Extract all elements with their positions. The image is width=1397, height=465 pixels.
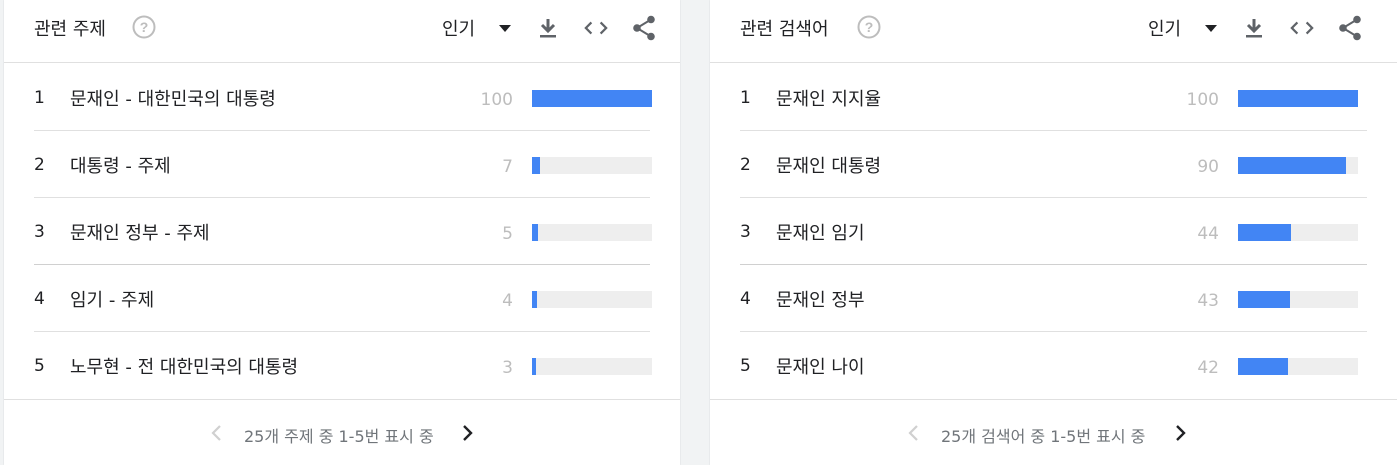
row-value: 7 — [502, 157, 513, 177]
row-value: 90 — [1197, 157, 1219, 177]
chevron-right-icon[interactable] — [1172, 424, 1188, 442]
row-rank: 4 — [740, 289, 751, 309]
row-rank: 2 — [34, 155, 45, 175]
row-bar — [1238, 358, 1358, 375]
list-item[interactable]: 5 노무현 - 전 대한민국의 대통령 3 — [4, 332, 680, 399]
dropdown-caret-icon[interactable] — [1204, 20, 1218, 34]
row-bar-fill — [1238, 157, 1346, 174]
row-value: 100 — [480, 90, 513, 110]
pagination: 25개 주제 중 1-5번 표시 중 — [4, 399, 680, 465]
list-item[interactable]: 5 문재인 나이 42 — [710, 332, 1397, 399]
row-label[interactable]: 문재인 대통령 — [776, 152, 881, 178]
card-title: 관련 주제 — [34, 19, 106, 40]
row-bar-fill — [532, 291, 537, 308]
download-icon[interactable] — [1242, 14, 1266, 42]
row-bar — [532, 157, 652, 174]
row-bar — [1238, 224, 1358, 241]
pagination-text: 25개 검색어 중 1-5번 표시 중 — [941, 427, 1146, 446]
row-bar-fill — [1238, 90, 1358, 107]
row-value: 43 — [1197, 291, 1219, 311]
chevron-right-icon[interactable] — [459, 424, 475, 442]
list-item[interactable]: 2 문재인 대통령 90 — [710, 131, 1397, 198]
row-rank: 1 — [34, 88, 45, 108]
card-header: 관련 검색어 ? 인기 — [710, 0, 1397, 63]
list-item[interactable]: 3 문재인 정부 - 주제 5 — [4, 198, 680, 265]
chevron-left-icon[interactable] — [209, 424, 225, 442]
row-value: 5 — [502, 224, 513, 244]
help-icon[interactable]: ? — [857, 15, 881, 39]
row-value: 4 — [502, 291, 513, 311]
sort-select[interactable]: 인기 — [442, 15, 475, 41]
row-rank: 5 — [740, 356, 751, 376]
row-label[interactable]: 문재인 나이 — [776, 353, 865, 379]
row-value: 42 — [1197, 358, 1219, 378]
svg-text:?: ? — [865, 19, 874, 35]
pagination: 25개 검색어 중 1-5번 표시 중 — [710, 399, 1397, 465]
row-bar-fill — [1238, 358, 1289, 375]
row-label[interactable]: 문재인 임기 — [776, 219, 865, 245]
row-label[interactable]: 문재인 정부 — [776, 286, 865, 312]
row-bar — [1238, 157, 1358, 174]
row-rank: 2 — [740, 155, 751, 175]
dropdown-caret-icon[interactable] — [498, 20, 512, 34]
row-value: 100 — [1186, 90, 1219, 110]
row-value: 3 — [502, 358, 513, 378]
related-topics-card: 관련 주제 ? 인기 1 문재인 - 대한민국의 대통령 100 2 대통령 - 주제… — [4, 0, 680, 465]
row-bar-fill — [532, 90, 652, 107]
row-label[interactable]: 문재인 - 대한민국의 대통령 — [70, 85, 276, 111]
svg-text:?: ? — [140, 19, 149, 35]
list-item[interactable]: 4 임기 - 주제 4 — [4, 265, 680, 332]
list-item[interactable]: 2 대통령 - 주제 7 — [4, 131, 680, 198]
row-rank: 5 — [34, 356, 45, 376]
row-bar — [532, 90, 652, 107]
row-label[interactable]: 문재인 정부 - 주제 — [70, 219, 210, 245]
row-label[interactable]: 문재인 지지율 — [776, 85, 881, 111]
card-header: 관련 주제 ? 인기 — [4, 0, 680, 63]
row-bar — [532, 224, 652, 241]
row-label[interactable]: 대통령 - 주제 — [70, 152, 171, 178]
row-rank: 1 — [740, 88, 751, 108]
row-bar — [1238, 90, 1358, 107]
download-icon[interactable] — [536, 14, 560, 42]
pagination-text: 25개 주제 중 1-5번 표시 중 — [244, 427, 434, 446]
embed-code-icon[interactable] — [1290, 14, 1314, 42]
card-title: 관련 검색어 — [740, 19, 829, 40]
row-bar — [532, 358, 652, 375]
embed-code-icon[interactable] — [584, 14, 608, 42]
sort-select[interactable]: 인기 — [1148, 15, 1181, 41]
row-bar — [532, 291, 652, 308]
row-bar-fill — [532, 157, 541, 174]
row-rank: 3 — [34, 222, 45, 242]
row-bar — [1238, 291, 1358, 308]
share-icon[interactable] — [632, 14, 656, 42]
row-label[interactable]: 노무현 - 전 대한민국의 대통령 — [70, 353, 298, 379]
list-item[interactable]: 1 문재인 지지율 100 — [710, 64, 1397, 131]
row-bar-fill — [1238, 291, 1290, 308]
row-rank: 3 — [740, 222, 751, 242]
row-value: 44 — [1197, 224, 1219, 244]
share-icon[interactable] — [1338, 14, 1362, 42]
list-item[interactable]: 4 문재인 정부 43 — [710, 265, 1397, 332]
row-bar-fill — [532, 224, 538, 241]
help-icon[interactable]: ? — [132, 15, 156, 39]
row-label[interactable]: 임기 - 주제 — [70, 286, 154, 312]
chevron-left-icon[interactable] — [906, 424, 922, 442]
related-queries-card: 관련 검색어 ? 인기 1 문재인 지지율 100 2 문재인 대통령 90 3 문재인 … — [710, 0, 1397, 465]
list-item[interactable]: 3 문재인 임기 44 — [710, 198, 1397, 265]
row-bar-fill — [532, 358, 536, 375]
row-bar-fill — [1238, 224, 1291, 241]
list-item[interactable]: 1 문재인 - 대한민국의 대통령 100 — [4, 64, 680, 131]
row-rank: 4 — [34, 289, 45, 309]
